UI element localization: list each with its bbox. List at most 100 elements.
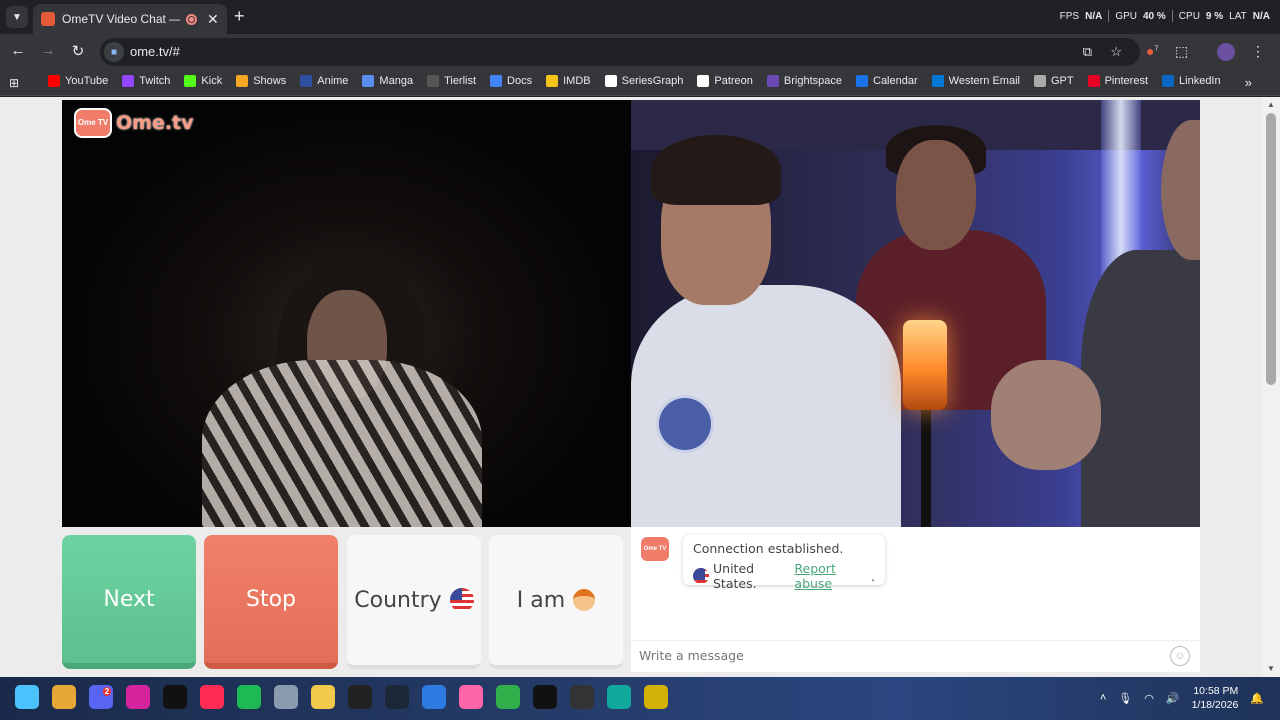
partner-country: United States.	[713, 561, 757, 591]
address-bar[interactable]: ■ ome.tv/# ⧉ ☆	[100, 38, 1140, 66]
capcut-alt-icon[interactable]	[570, 685, 594, 709]
bookmark-label: LinkedIn	[1179, 75, 1221, 87]
new-tab-button[interactable]: +	[234, 6, 245, 27]
person-right-body	[1081, 250, 1200, 527]
riot-icon[interactable]	[496, 685, 520, 709]
extension-icon[interactable]: ●7	[1146, 43, 1158, 59]
apps-grid-icon[interactable]: ⊞	[9, 76, 19, 90]
bookmark-calendar[interactable]: Calendar	[856, 75, 918, 87]
bookmark-label: Tierlist	[444, 75, 477, 87]
ometv-logo[interactable]: Ome TV Ome.tv	[74, 108, 194, 138]
bookmark-gpt[interactable]: GPT	[1033, 75, 1074, 87]
tiktok-icon[interactable]	[163, 685, 187, 709]
message-composer: ☺	[631, 640, 1200, 670]
site-info-icon[interactable]: ■	[104, 42, 124, 62]
bookmark-tierlist[interactable]: Tierlist	[427, 75, 476, 87]
bookmark-list: YouTube Twitch Kick Shows Anime Manga Tierlist…	[48, 75, 1221, 87]
bookmark-western-email[interactable]: Western Email	[931, 75, 1020, 87]
gender-button[interactable]: I am	[489, 535, 623, 669]
bookmark-kick[interactable]: Kick	[184, 75, 222, 87]
bookmark-manga[interactable]: Manga	[362, 75, 413, 87]
report-abuse-link[interactable]: Report abuse	[794, 561, 867, 591]
more-bookmarks-chevron-icon[interactable]: »	[1245, 75, 1252, 90]
twitch-icon	[122, 75, 135, 87]
bookmark-label: Patreon	[714, 75, 753, 87]
start-icon[interactable]	[15, 685, 39, 709]
microphone-icon[interactable]: 🎙	[1118, 692, 1132, 705]
bookmark-star-icon[interactable]: ☆	[1110, 44, 1122, 60]
reload-icon[interactable]: ↻	[68, 42, 88, 60]
ometv-chat-icon: Ome TV	[641, 537, 669, 561]
browser-toolbar: ← → ↻ ■ ome.tv/# ⧉ ☆ ●7 ⬚ ⋮	[0, 34, 1280, 70]
url-text[interactable]: ome.tv/#	[130, 44, 180, 59]
next-button[interactable]: Next	[62, 535, 196, 669]
manga-icon	[362, 75, 375, 87]
close-tab-icon[interactable]: ✕	[207, 11, 219, 28]
bookmark-anime[interactable]: Anime	[300, 75, 348, 87]
anime-icon	[300, 75, 313, 87]
install-app-icon[interactable]: ⧉	[1083, 44, 1092, 60]
tab-search-button[interactable]: ▼	[6, 6, 28, 28]
raised-hand	[991, 360, 1101, 470]
media-icon[interactable]	[607, 685, 631, 709]
seriesgraph-icon	[604, 75, 617, 87]
bookmark-twitch[interactable]: Twitch	[122, 75, 170, 87]
connection-status: Connection established.	[693, 541, 844, 556]
bookmark-label: YouTube	[65, 75, 109, 87]
obs-icon[interactable]	[644, 685, 668, 709]
stop-label: Stop	[245, 586, 296, 612]
discord-icon[interactable]: 2	[89, 685, 113, 709]
bookmark-docs[interactable]: Docs	[490, 75, 532, 87]
spotify-icon[interactable]	[237, 685, 261, 709]
message-input[interactable]	[639, 648, 1159, 663]
profile-avatar[interactable]	[1217, 43, 1235, 61]
back-arrow-icon[interactable]: ←	[8, 42, 28, 59]
tiktok-alt-icon[interactable]	[200, 685, 224, 709]
osu-icon[interactable]	[459, 685, 483, 709]
bookmark-pinterest[interactable]: Pinterest	[1087, 75, 1148, 87]
scroll-up-arrow-icon[interactable]: ▲	[1267, 100, 1275, 109]
kick-icon	[184, 75, 197, 87]
chrome-icon[interactable]	[52, 685, 76, 709]
epic-games-icon[interactable]	[348, 685, 372, 709]
active-tab[interactable]: OmeTV Video Chat — Ome ✕	[33, 4, 227, 34]
extensions-puzzle-icon[interactable]: ⬚	[1175, 43, 1188, 60]
self-video	[631, 100, 1200, 527]
bookmark-patreon[interactable]: Patreon	[697, 75, 753, 87]
bookmark-label: GPT	[1050, 75, 1074, 87]
clock[interactable]: 10:58 PM 1/18/2026	[1192, 684, 1239, 712]
scroll-down-arrow-icon[interactable]: ▼	[1267, 664, 1275, 673]
settings-icon[interactable]	[274, 685, 298, 709]
fps-label: FPS	[1059, 10, 1080, 22]
tray-overflow-chevron-icon[interactable]: ˄	[1100, 692, 1106, 704]
menu-kebab-icon[interactable]: ⋮	[1251, 43, 1265, 60]
wifi-icon[interactable]: ◠	[1144, 692, 1154, 705]
pinterest-icon	[1087, 75, 1100, 87]
forward-arrow-icon[interactable]: →	[38, 42, 58, 59]
steam-icon[interactable]	[385, 685, 409, 709]
emoji-picker-icon[interactable]: ☺	[1170, 646, 1190, 666]
volume-icon[interactable]: 🔊	[1166, 692, 1180, 705]
bookmark-imdb[interactable]: IMDB	[546, 75, 591, 87]
page-scrollbar[interactable]: ▲ ▼	[1262, 97, 1280, 677]
country-label: Country	[354, 587, 442, 613]
bookmark-shows[interactable]: Shows	[236, 75, 286, 87]
app-store-icon[interactable]	[422, 685, 446, 709]
bookmark-youtube[interactable]: YouTube	[48, 75, 108, 87]
scroll-thumb[interactable]	[1266, 113, 1276, 385]
bookmark-label: SeriesGraph	[621, 75, 684, 87]
bookmark-brightspace[interactable]: Brightspace	[766, 75, 842, 87]
bookmark-linkedin[interactable]: LinkedIn	[1162, 75, 1221, 87]
instagram-icon[interactable]	[126, 685, 150, 709]
lat-value: N/A	[1252, 10, 1270, 22]
stop-button[interactable]: Stop	[204, 535, 338, 669]
gpu-label: GPU	[1115, 10, 1137, 22]
file-explorer-icon[interactable]	[311, 685, 335, 709]
notification-bell-icon[interactable]: 🔔	[1250, 692, 1264, 705]
bookmark-label: Anime	[317, 75, 349, 87]
bookmark-seriesgraph[interactable]: SeriesGraph	[604, 75, 684, 87]
linkedin-icon	[1162, 75, 1175, 87]
report-suffix: .	[871, 568, 875, 584]
country-button[interactable]: Country	[347, 535, 481, 669]
capcut-icon[interactable]	[533, 685, 557, 709]
